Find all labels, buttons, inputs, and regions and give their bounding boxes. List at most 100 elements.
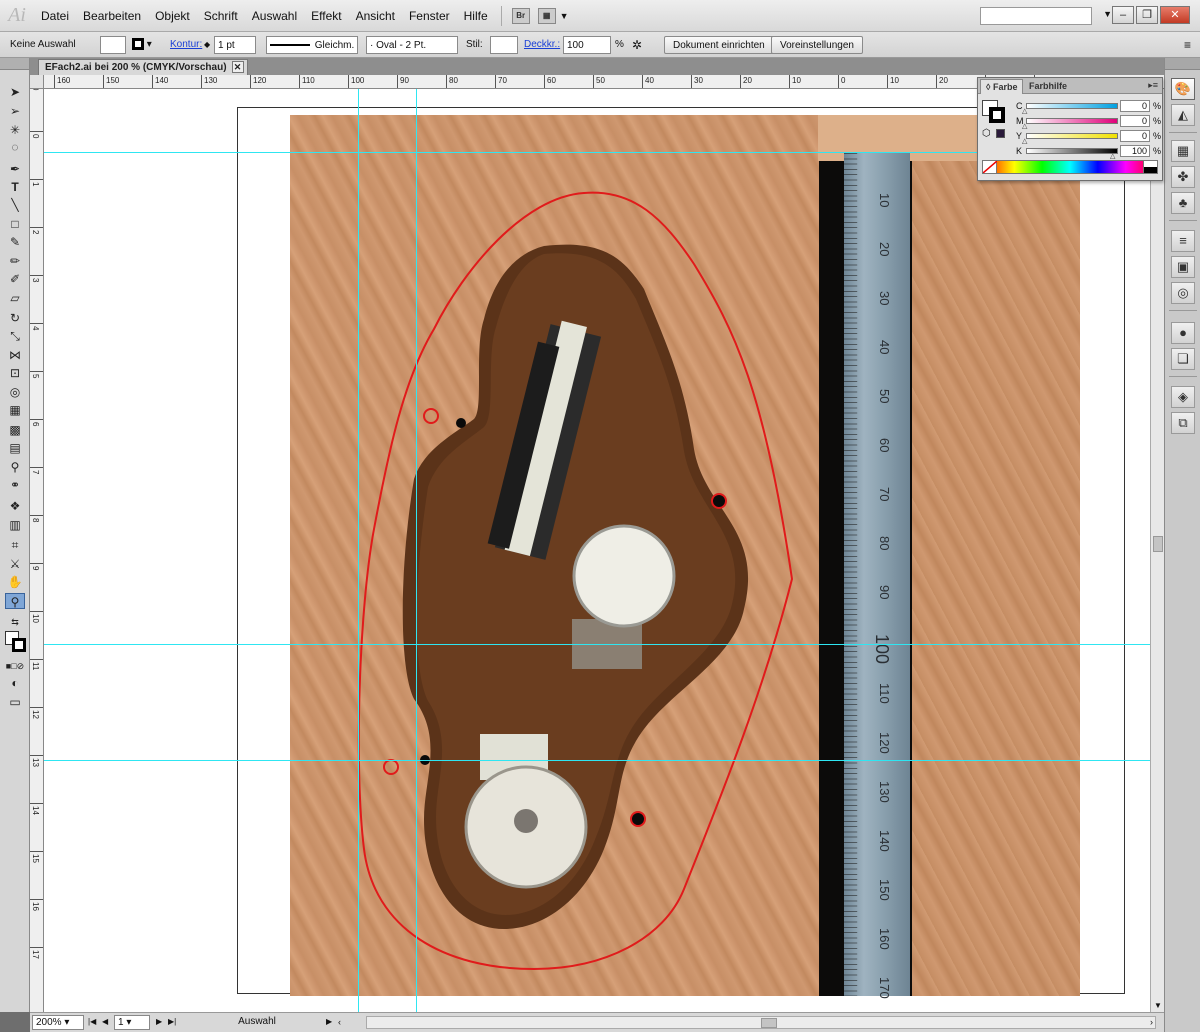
horizontal-scroll-thumb[interactable]	[761, 1018, 777, 1028]
selection-tool-icon[interactable]: ➤	[5, 84, 25, 100]
hand-tool-icon[interactable]: ✋	[5, 574, 25, 590]
preferences-button[interactable]: Voreinstellungen	[771, 36, 863, 54]
swatches-icon[interactable]: ▦	[1171, 140, 1195, 162]
stroke-weight-field[interactable]: 1 pt	[214, 36, 256, 54]
channel-value-field[interactable]: 0	[1120, 130, 1150, 142]
bridge-button[interactable]: Br	[511, 7, 530, 24]
rotate-tool-icon[interactable]: ↻	[5, 310, 25, 326]
blob-brush-tool-icon[interactable]: ✐	[5, 271, 25, 287]
lasso-tool-icon[interactable]: ◌	[5, 139, 25, 155]
panel-options-icon[interactable]: ▸≡	[1148, 80, 1158, 91]
perspective-grid-tool-icon[interactable]: ▦	[5, 402, 25, 418]
search-input[interactable]	[980, 7, 1092, 25]
workspace-chevron-icon[interactable]: ▼	[1103, 9, 1112, 19]
channel-value-field[interactable]: 0	[1120, 100, 1150, 112]
channel-slider[interactable]	[1026, 148, 1118, 154]
restore-icon[interactable]: ❐	[1136, 6, 1158, 24]
status-menu-icon[interactable]: ▶	[326, 1015, 332, 1030]
menu-fenster[interactable]: Fenster	[402, 0, 457, 32]
appearance-panel-icon[interactable]: ●	[1171, 322, 1195, 344]
gradient-panel-icon[interactable]: ▣	[1171, 256, 1195, 278]
fill-color-picker[interactable]	[100, 36, 126, 54]
channel-value-field[interactable]: 100	[1120, 145, 1150, 157]
eyedropper-tool-icon[interactable]: ⚲	[5, 459, 25, 475]
graphic-styles-icon[interactable]: ❏	[1171, 348, 1195, 370]
current-tool-status[interactable]: Auswahl	[182, 1015, 332, 1030]
pencil-tool-icon[interactable]: ✏	[5, 253, 25, 269]
eraser-tool-icon[interactable]: ▱	[5, 290, 25, 306]
screen-mode-icon[interactable]: ▭	[5, 694, 25, 710]
blend-tool-icon[interactable]: ⚭	[5, 477, 25, 493]
direct-selection-tool-icon[interactable]: ➢	[5, 103, 25, 119]
transparency-panel-icon[interactable]: ◎	[1171, 282, 1195, 304]
pen-tool-icon[interactable]: ✒	[5, 161, 25, 177]
last-color-swatch[interactable]	[996, 129, 1005, 138]
zoom-select[interactable]: 200% ▾	[32, 1015, 84, 1030]
artboard-number-select[interactable]: 1 ▾	[114, 1015, 150, 1030]
menu-effekt[interactable]: Effekt	[304, 0, 348, 32]
guide-horizontal-2[interactable]	[44, 644, 1164, 645]
column-graph-tool-icon[interactable]: ▥	[5, 517, 25, 533]
brushes-icon[interactable]: ✤	[1171, 166, 1195, 188]
close-icon[interactable]: ✕	[1160, 6, 1190, 24]
vertical-scrollbar[interactable]: ▲ ▼	[1150, 89, 1164, 1012]
color-mode-icons[interactable]: ■□⊘	[5, 658, 25, 674]
symbol-sprayer-tool-icon[interactable]: ❖	[5, 498, 25, 514]
free-transform-tool-icon[interactable]: ⊡	[5, 365, 25, 381]
magic-wand-tool-icon[interactable]: ✳	[5, 122, 25, 138]
stroke-panel-icon[interactable]: ≡	[1171, 230, 1195, 252]
menu-ansicht[interactable]: Ansicht	[349, 0, 402, 32]
style-picker[interactable]	[490, 36, 518, 54]
arrange-documents-icon[interactable]: ▦	[537, 7, 556, 24]
stroke-swatch[interactable]	[12, 638, 26, 652]
gradient-tool-icon[interactable]: ▤	[5, 440, 25, 456]
stroke-link[interactable]: Kontur:	[170, 36, 202, 54]
shape-builder-tool-icon[interactable]: ◎	[5, 384, 25, 400]
none-swatch[interactable]	[982, 160, 998, 174]
channel-value-field[interactable]: 0	[1120, 115, 1150, 127]
color-guide-icon[interactable]: ◭	[1171, 104, 1195, 126]
width-tool-icon[interactable]: ⋈	[5, 347, 25, 363]
menu-hilfe[interactable]: Hilfe	[457, 0, 495, 32]
scroll-down-icon[interactable]: ▼	[1154, 1001, 1162, 1010]
previous-artboard-icon[interactable]: ◀	[102, 1015, 108, 1030]
guide-horizontal-3[interactable]	[44, 760, 1164, 761]
panel-stroke-swatch[interactable]	[989, 107, 1005, 123]
symbols-icon[interactable]: ♣	[1171, 192, 1195, 214]
menu-auswahl[interactable]: Auswahl	[245, 0, 304, 32]
guide-vertical-1[interactable]	[358, 89, 359, 1012]
last-artboard-icon[interactable]: ▶|	[168, 1015, 176, 1030]
next-artboard-icon[interactable]: ▶	[156, 1015, 162, 1030]
out-of-gamut-icon[interactable]: ⬡	[982, 128, 991, 139]
type-tool-icon[interactable]: T	[5, 179, 25, 195]
paintbrush-tool-icon[interactable]: ✎	[5, 234, 25, 250]
artboards-panel-icon[interactable]: ⧉	[1171, 412, 1195, 434]
line-tool-icon[interactable]: ╲	[5, 197, 25, 213]
stroke-profile-select[interactable]: Gleichm.	[266, 36, 358, 54]
chevron-down-icon[interactable]: ▼	[560, 11, 569, 21]
color-spectrum[interactable]	[982, 160, 1158, 174]
horizontal-scrollbar[interactable]	[366, 1016, 1156, 1029]
panel-menu-icon[interactable]: ≡	[1184, 36, 1191, 54]
channel-slider[interactable]	[1026, 118, 1118, 124]
zoom-tool-icon[interactable]: ⚲	[5, 593, 25, 609]
tab-farbe[interactable]: ◊ Farbe	[980, 79, 1024, 94]
first-artboard-icon[interactable]: |◀	[88, 1015, 96, 1030]
document-tab[interactable]: EFach2.ai bei 200 % (CMYK/Vorschau) ✕	[38, 59, 248, 75]
canvas[interactable]: 10 20 30 40 50 60 70 80 90 100 110 120 130 140 150 160 1…	[44, 89, 1164, 1012]
slice-tool-icon[interactable]: ⚔	[5, 556, 25, 572]
rectangle-tool-icon[interactable]: □	[5, 216, 25, 232]
scale-tool-icon[interactable]: ⤡	[5, 328, 25, 344]
swap-fill-stroke-icon[interactable]: ⇆	[5, 614, 25, 630]
opacity-link[interactable]: Deckkr.:	[524, 36, 560, 54]
opacity-field[interactable]: 100	[563, 36, 611, 54]
menu-objekt[interactable]: Objekt	[148, 0, 197, 32]
minimize-icon[interactable]: –	[1112, 6, 1134, 24]
color-panel-icon[interactable]: 🎨	[1171, 78, 1195, 100]
scroll-right-icon[interactable]: ›	[1150, 1015, 1153, 1030]
vertical-ruler[interactable]: 001234567891011121314151617	[30, 75, 44, 1012]
artboard-tool-icon[interactable]: ⌗	[5, 537, 25, 553]
menu-schrift[interactable]: Schrift	[197, 0, 245, 32]
drawing-mode-icon[interactable]: ◐	[5, 675, 25, 691]
ruler-origin[interactable]	[30, 75, 44, 89]
